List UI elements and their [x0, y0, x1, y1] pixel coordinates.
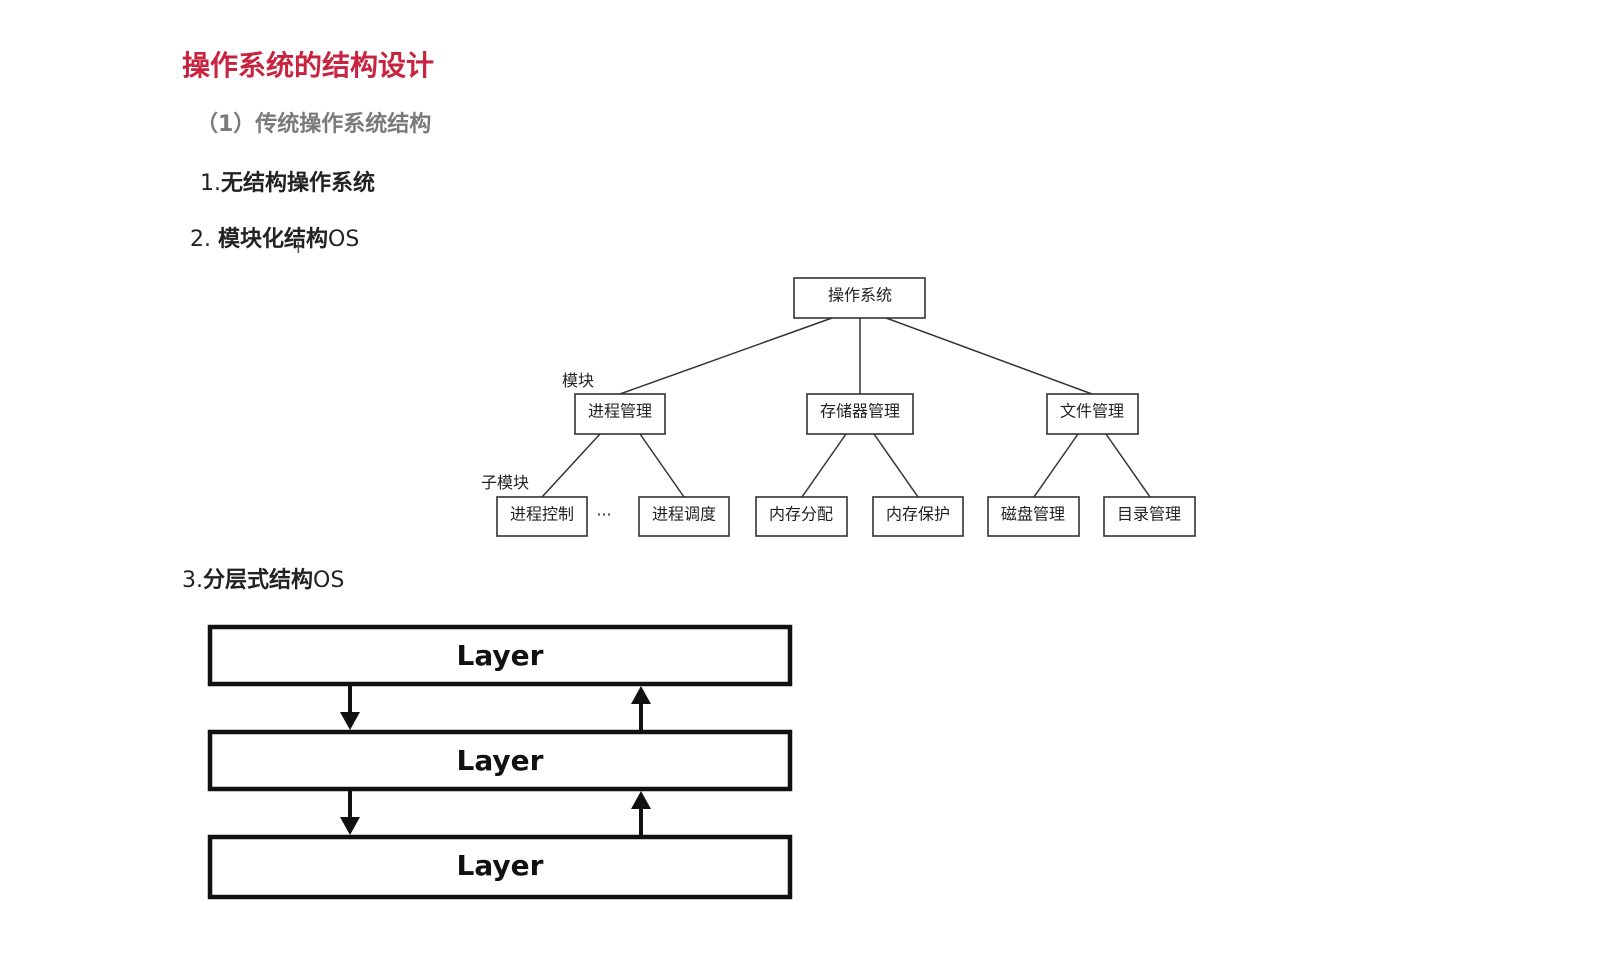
- tree-submodule-node: 内存保护: [872, 496, 964, 537]
- tree-submodule-label: 磁盘管理: [1001, 505, 1065, 524]
- tree-edge: [801, 433, 847, 498]
- tree-root-label: 操作系统: [828, 286, 892, 305]
- tree-submodule-node: 内存分配: [755, 496, 848, 537]
- layer-label: Layer: [457, 639, 544, 672]
- down-arrow-icon: [340, 789, 360, 835]
- up-arrow-icon: [631, 791, 651, 837]
- tree-submodule-node: 进程控制: [496, 496, 588, 537]
- module-annotation: 模块: [562, 371, 594, 390]
- tree-submodule-node: 磁盘管理: [987, 496, 1080, 537]
- tree-edge: [1033, 433, 1079, 498]
- tree-module-label: 进程管理: [588, 402, 652, 421]
- tree-submodule-label: 内存保护: [886, 505, 950, 524]
- tree-edge: [873, 433, 919, 498]
- up-arrow-icon: [631, 686, 651, 732]
- tree-edge: [885, 317, 1093, 395]
- tree-module-node: 进程管理: [574, 393, 666, 435]
- module-tree-diagram: 操作系统 进程管理 存储器管理 文件管理 进程控制 进程调度 内存分配 内存保护…: [207, 277, 1196, 900]
- layer-diagram: Layer Layer Layer: [207, 624, 793, 900]
- tree-submodule-node: 进程调度: [638, 496, 730, 537]
- layer-box: Layer: [207, 834, 793, 900]
- tree-module-node: 文件管理: [1046, 393, 1139, 435]
- layer-label: Layer: [457, 744, 544, 777]
- layer-label: Layer: [457, 849, 544, 882]
- layer-box: Layer: [207, 624, 793, 687]
- submodule-annotation: 子模块: [481, 473, 529, 492]
- tree-edge: [541, 433, 601, 498]
- tree-submodule-node: 目录管理: [1103, 496, 1196, 537]
- tree-submodule-label: 目录管理: [1117, 505, 1181, 524]
- tree-module-label: 文件管理: [1060, 402, 1124, 421]
- tree-submodule-label: 进程调度: [652, 505, 716, 524]
- tree-ellipsis: ···: [596, 505, 611, 524]
- tree-edge: [639, 433, 685, 498]
- tree-module-label: 存储器管理: [820, 402, 900, 421]
- tree-edge: [619, 317, 833, 395]
- layer-box: Layer: [207, 729, 793, 792]
- tree-root-node: 操作系统: [793, 277, 926, 319]
- tree-submodule-label: 内存分配: [769, 505, 833, 524]
- tree-submodule-label: 进程控制: [510, 505, 574, 524]
- down-arrow-icon: [340, 684, 360, 730]
- tree-module-node: 存储器管理: [806, 393, 914, 435]
- tree-edge: [1105, 433, 1151, 498]
